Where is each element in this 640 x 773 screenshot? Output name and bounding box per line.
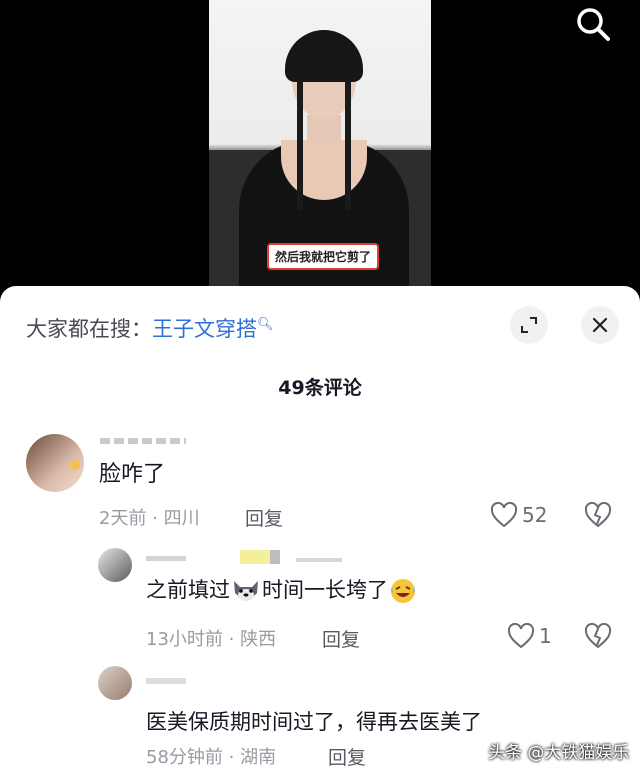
meta-separator: · — [222, 629, 241, 650]
video-figure-neck — [307, 115, 341, 145]
watermark: 头条 @大铁猫娱乐 — [488, 743, 630, 763]
comment-time: 58分钟前 — [146, 747, 223, 768]
avatar-flower-decoration — [70, 460, 80, 470]
like-button[interactable]: 52 — [490, 502, 547, 528]
like-count: 52 — [522, 503, 548, 527]
expand-icon — [521, 317, 537, 333]
username-blur — [240, 550, 270, 564]
dog-face-emoji-icon — [234, 581, 258, 601]
comment-meta: 2天前 · 四川 — [99, 504, 200, 530]
close-icon — [592, 317, 608, 333]
dislike-button[interactable] — [584, 622, 612, 653]
dislike-button[interactable] — [584, 501, 612, 532]
search-suggestion: 大家都在搜：王子文穿搭🔍︎ — [26, 313, 274, 343]
comment-count: 49条评论 — [278, 377, 362, 399]
username-obscured[interactable] — [146, 674, 206, 686]
comment-time: 13小时前 — [146, 629, 223, 650]
video-player[interactable]: 然后我就把它剪了 — [0, 0, 640, 300]
comment-location: 陕西 — [240, 629, 277, 650]
video-frame[interactable]: 然后我就把它剪了 — [209, 0, 431, 300]
search-suggestion-label: 大家都在搜： — [26, 317, 152, 341]
reply-button[interactable]: 回复 — [245, 504, 283, 531]
comment-text: 之前填过 时间一长垮了 — [146, 574, 418, 605]
avatar[interactable] — [98, 548, 132, 582]
video-figure-braid — [345, 80, 351, 210]
rolling-laughing-emoji-icon — [391, 579, 415, 603]
username-blur — [146, 556, 186, 561]
video-caption: 然后我就把它剪了 — [267, 243, 380, 270]
avatar[interactable] — [98, 666, 132, 700]
comment-meta: 58分钟前 · 湖南 — [146, 743, 276, 769]
username-blur — [146, 678, 186, 684]
like-count: 1 — [539, 624, 552, 648]
video-figure-hair — [285, 30, 363, 82]
username-obscured[interactable] — [100, 434, 190, 448]
expand-button[interactable] — [510, 306, 548, 344]
close-button[interactable] — [581, 306, 619, 344]
username-blur — [100, 438, 186, 444]
reply-button[interactable]: 回复 — [322, 625, 360, 652]
like-button[interactable]: 1 — [507, 623, 552, 649]
comment-location: 四川 — [163, 508, 200, 529]
heart-icon — [507, 623, 535, 649]
reply-button[interactable]: 回复 — [328, 743, 366, 770]
comment-sheet: 大家都在搜：王子文穿搭🔍︎ 49条评论 脸咋了 2天前 · 四川 回复 52 之… — [0, 286, 640, 773]
username-blur — [270, 550, 280, 564]
broken-heart-icon — [584, 622, 612, 649]
comment-text-part: 之前填过 — [146, 578, 230, 602]
search-small-icon: 🔍︎ — [257, 317, 274, 332]
search-suggestion-link[interactable]: 王子文穿搭 — [152, 317, 257, 341]
comment-meta: 13小时前 · 陕西 — [146, 625, 276, 651]
heart-icon — [490, 502, 518, 528]
comment-location: 湖南 — [240, 747, 277, 768]
username-obscured[interactable] — [146, 550, 346, 564]
comment-text: 医美保质期时间过了，得再去医美了 — [146, 710, 482, 734]
username-blur — [296, 558, 342, 562]
comment-text: 脸咋了 — [99, 462, 166, 487]
avatar[interactable] — [26, 434, 84, 492]
comment-time: 2天前 — [99, 508, 147, 529]
meta-separator: · — [222, 747, 241, 768]
search-icon — [577, 8, 610, 41]
video-figure-braid — [297, 80, 303, 210]
broken-heart-icon — [584, 501, 612, 528]
comment-text-part: 时间一长垮了 — [262, 578, 388, 602]
search-button[interactable] — [573, 4, 613, 44]
meta-separator: · — [146, 508, 164, 529]
